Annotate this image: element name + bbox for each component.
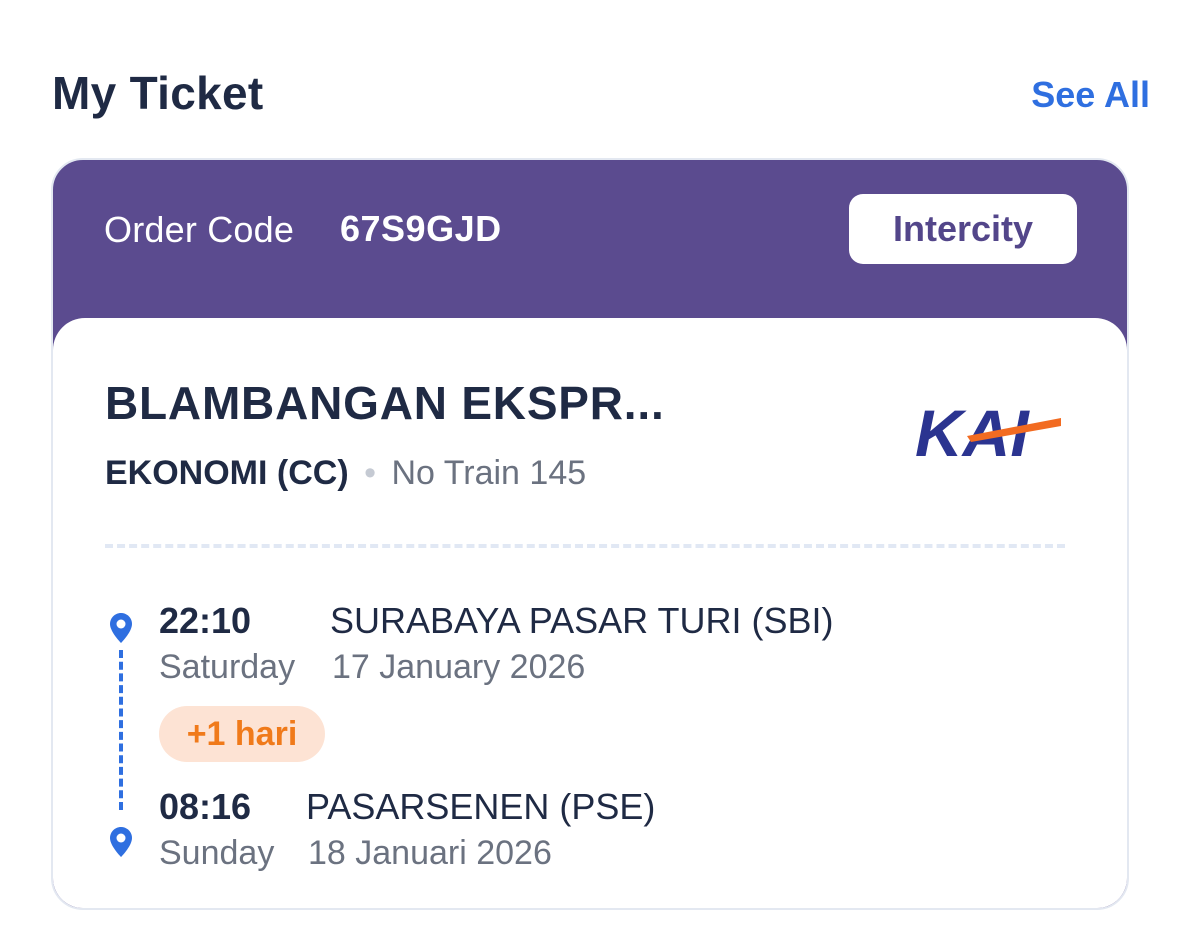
see-all-link[interactable]: See All [1031, 74, 1150, 116]
departure-day: Saturday [159, 648, 296, 686]
order-code-label: Order Code [104, 209, 295, 250]
arrival-time: 08:16 [159, 786, 252, 827]
day-offset-badge: +1 hari [159, 706, 325, 762]
departure-date: 17 January 2026 [332, 648, 586, 686]
train-class: EKONOMI (CC) [105, 454, 349, 492]
train-meta: EKONOMI (CC) • No Train 145 [105, 454, 586, 493]
departure-station: SURABAYA PASAR TURI (SBI) [330, 600, 834, 641]
arrival-station: PASARSENEN (PSE) [306, 786, 656, 827]
kai-logo: KAI [915, 396, 1061, 468]
order-code-value: 67S9GJD [340, 208, 502, 249]
arrival-day: Sunday [159, 834, 275, 872]
route-dashed-line [119, 650, 123, 810]
ticket-card[interactable]: Order Code 67S9GJD Intercity BLAMBANGAN … [51, 158, 1129, 910]
departure-location-pin-icon [110, 613, 132, 643]
train-category-badge: Intercity [849, 194, 1077, 264]
train-name: BLAMBANGAN EKSPR... [105, 377, 665, 429]
train-number: No Train 145 [391, 454, 587, 492]
meta-separator: • [364, 454, 377, 492]
arrival-location-pin-icon [110, 827, 132, 857]
page-title: My Ticket [52, 67, 264, 119]
dashed-divider [105, 544, 1065, 548]
arrival-date: 18 Januari 2026 [308, 834, 552, 872]
departure-time: 22:10 [159, 600, 252, 641]
